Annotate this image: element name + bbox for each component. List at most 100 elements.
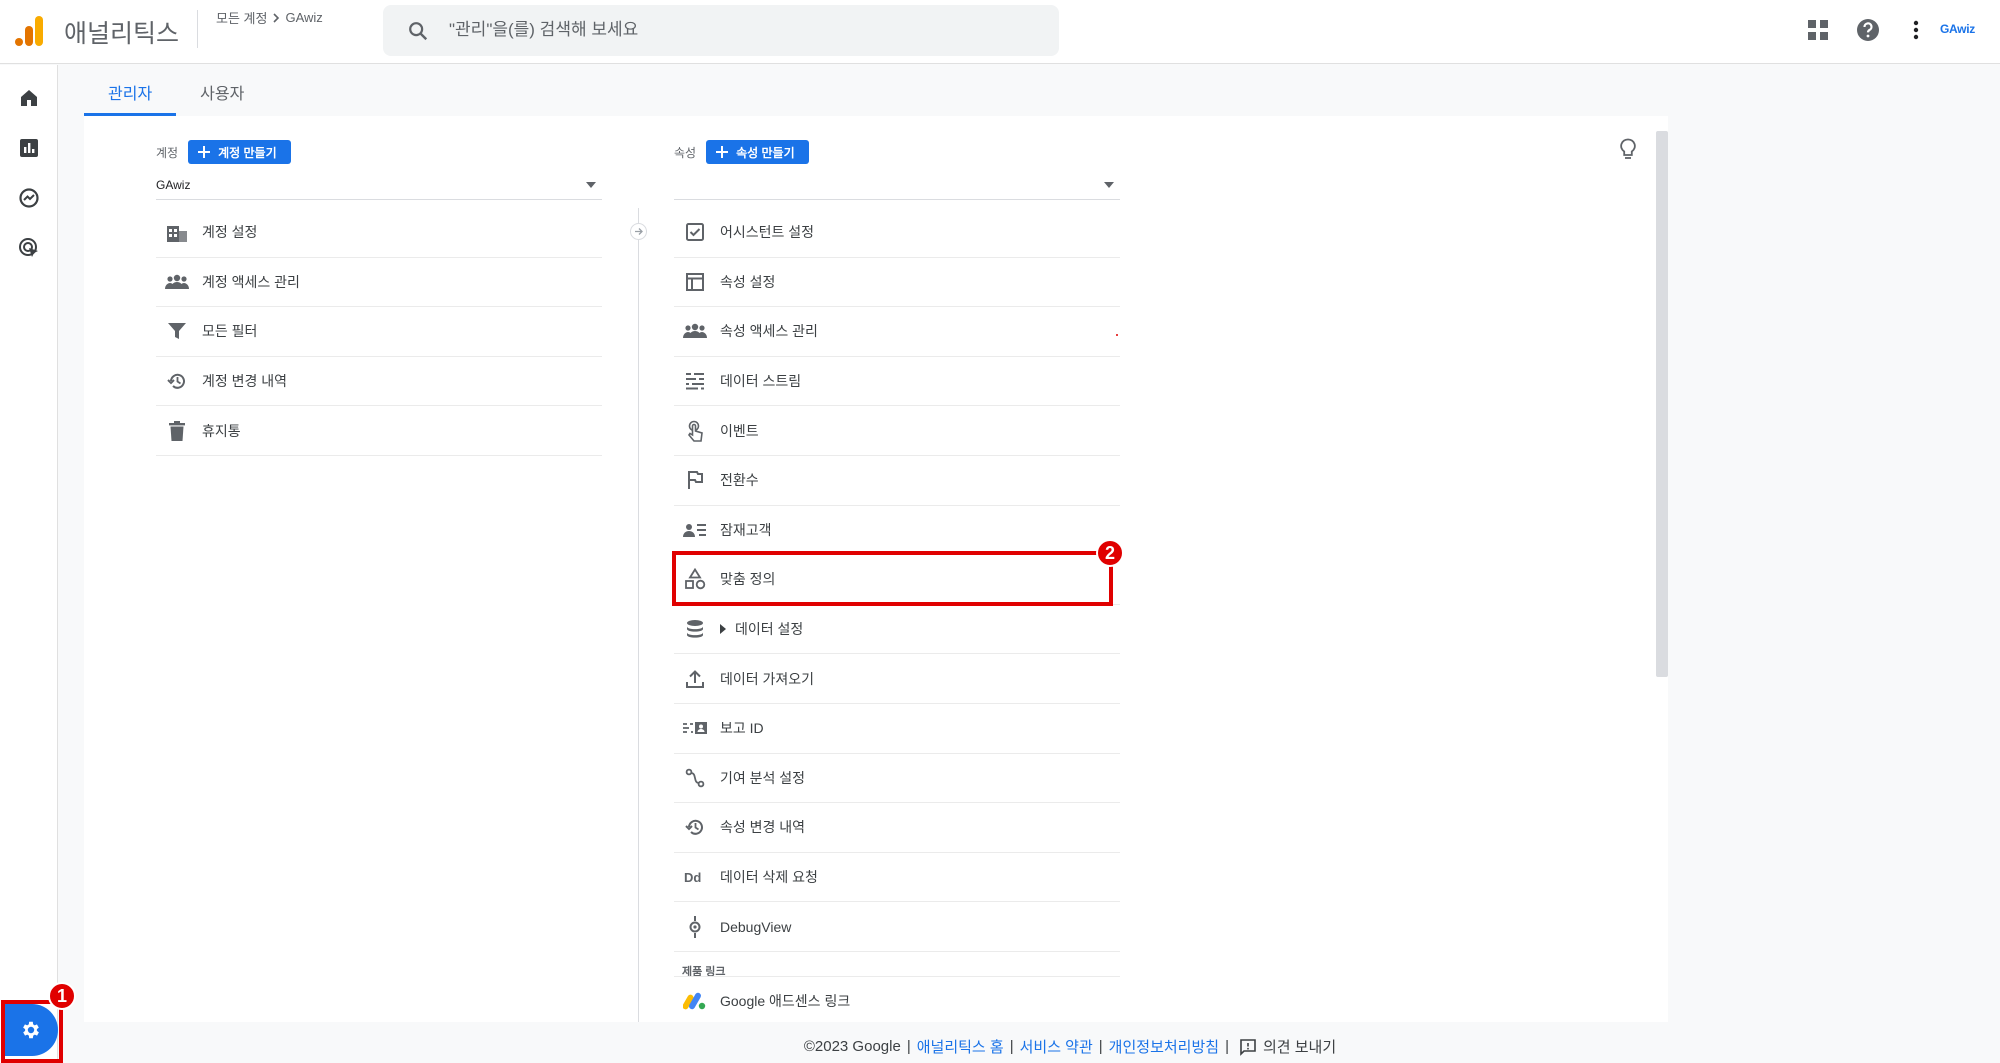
app-name[interactable]: 애널리틱스 (64, 14, 179, 50)
reporting-id-icon (682, 715, 708, 741)
chevron-right-icon (273, 12, 280, 23)
menu-item-property-change-history[interactable]: 속성 변경 내역 (674, 803, 1120, 853)
footer-separator: | (1009, 1038, 1014, 1055)
search-input[interactable] (449, 14, 1029, 46)
audience-icon (682, 517, 708, 543)
menu-item-account-access[interactable]: 계정 액세스 관리 (156, 258, 602, 308)
menu-item-label: 계정 설정 (202, 224, 258, 241)
property-label: 속성 (674, 145, 697, 160)
menu-item-label: 데이터 삭제 요청 (720, 869, 818, 886)
footer-link-privacy[interactable]: 개인정보처리방침 (1109, 1036, 1219, 1057)
menu-item-label: 데이터 설정 (735, 621, 804, 638)
adsense-logo-icon (682, 988, 708, 1014)
nav-home[interactable] (15, 84, 43, 112)
footer-link-terms[interactable]: 서비스 약관 (1020, 1036, 1093, 1057)
menu-item-label: 속성 설정 (720, 273, 776, 290)
menu-item-property-settings[interactable]: 속성 설정 (674, 258, 1120, 308)
target-cursor-icon (19, 238, 38, 257)
apps-grid-icon (1808, 20, 1828, 40)
tab-admin[interactable]: 관리자 (84, 68, 177, 116)
create-account-label: 계정 만들기 (218, 145, 277, 160)
tips-button[interactable] (1620, 138, 1636, 167)
home-icon (21, 90, 37, 106)
menu-item-data-streams[interactable]: 데이터 스트림 (674, 357, 1120, 407)
filter-icon (164, 318, 190, 344)
footer: ©2023 Google | 애널리틱스 홈 | 서비스 약관 | 개인정보처리… (0, 1036, 2000, 1057)
nav-explore[interactable] (15, 184, 43, 212)
admin-tabs: 관리자 사용자 (84, 68, 268, 116)
create-account-button[interactable]: 계정 만들기 (188, 140, 291, 164)
property-selector[interactable] (674, 170, 1120, 200)
people-icon (682, 318, 708, 344)
feedback-button[interactable]: 의견 보내기 (1239, 1036, 1336, 1057)
upload-icon (682, 666, 708, 692)
account-selector[interactable]: GAwiz (156, 170, 602, 200)
more-menu-button[interactable] (1902, 16, 1930, 44)
breadcrumb[interactable]: 모든 계정 GAwiz (216, 8, 323, 27)
dropdown-arrow-icon (586, 182, 596, 188)
menu-item-conversions[interactable]: 전환수 (674, 456, 1120, 506)
menu-item-property-access[interactable]: 속성 액세스 관리 (674, 307, 1120, 357)
menu-item-account-settings[interactable]: 계정 설정 (156, 208, 602, 258)
tab-user[interactable]: 사용자 (176, 68, 268, 116)
annotation-badge-2: 2 (1096, 539, 1124, 567)
database-icon (682, 616, 708, 642)
apps-button[interactable] (1804, 16, 1832, 44)
menu-item-debugview[interactable]: DebugView (674, 902, 1120, 952)
explore-icon (19, 188, 39, 208)
menu-item-label: 속성 변경 내역 (720, 819, 806, 836)
account-label: 계정 (156, 145, 179, 160)
menu-item-assistant-settings[interactable]: 어시스턴트 설정 (674, 208, 1120, 258)
menu-item-reporting-identity[interactable]: 보고 ID (674, 704, 1120, 754)
menu-item-label: DebugView (720, 918, 792, 935)
account-avatar[interactable]: GAwiz (1940, 22, 1975, 36)
more-vertical-icon (1913, 20, 1919, 40)
menu-item-all-filters[interactable]: 모든 필터 (156, 307, 602, 357)
account-selected-value: GAwiz (156, 178, 191, 192)
touch-icon (682, 418, 708, 444)
menu-item-label: 휴지통 (202, 422, 241, 439)
feedback-label: 의견 보내기 (1262, 1039, 1337, 1056)
menu-item-audiences[interactable]: 잠재고객 (674, 506, 1120, 556)
analytics-logo-icon[interactable] (14, 14, 44, 48)
menu-item-attribution-settings[interactable]: 기여 분석 설정 (674, 754, 1120, 804)
help-button[interactable] (1854, 16, 1882, 44)
menu-item-label: 계정 변경 내역 (202, 373, 288, 390)
footer-link-analytics-home[interactable]: 애널리틱스 홈 (917, 1036, 1004, 1057)
account-column-header: 계정 계정 만들기 (156, 140, 291, 164)
menu-item-label: 어시스턴트 설정 (720, 224, 815, 241)
dropdown-arrow-icon (1104, 182, 1114, 188)
menu-item-label: Google 애드센스 링크 (720, 993, 851, 1010)
history-icon (682, 814, 708, 840)
breadcrumb-current[interactable]: GAwiz (285, 10, 322, 25)
people-icon (164, 269, 190, 295)
breadcrumb-parent[interactable]: 모든 계정 (216, 8, 267, 27)
create-property-button[interactable]: 속성 만들기 (706, 140, 809, 164)
menu-item-data-settings[interactable]: 데이터 설정 (674, 605, 1120, 655)
building-icon (164, 219, 190, 245)
menu-item-data-import[interactable]: 데이터 가져오기 (674, 654, 1120, 704)
menu-item-label: 이벤트 (720, 422, 759, 439)
menu-item-data-deletion-requests[interactable]: Dd 데이터 삭제 요청 (674, 853, 1120, 903)
debug-icon (682, 914, 708, 940)
expand-arrow-icon[interactable] (720, 624, 726, 635)
menu-item-trash[interactable]: 휴지통 (156, 406, 602, 456)
menu-item-label: 잠재고객 (720, 521, 772, 538)
lightbulb-icon (1620, 138, 1636, 159)
menu-item-events[interactable]: 이벤트 (674, 406, 1120, 456)
footer-separator: | (1098, 1038, 1103, 1055)
streams-icon (682, 368, 708, 394)
menu-item-label: 데이터 가져오기 (720, 670, 815, 687)
search-bar[interactable] (383, 5, 1059, 56)
menu-item-label: 전환수 (720, 472, 759, 489)
menu-item-account-change-history[interactable]: 계정 변경 내역 (156, 357, 602, 407)
nav-advertising[interactable] (15, 234, 43, 262)
header-divider (197, 10, 198, 48)
nav-reports[interactable] (15, 134, 43, 162)
scrollbar-thumb[interactable] (1656, 131, 1668, 677)
footer-separator: | (906, 1038, 911, 1055)
menu-item-adsense-links[interactable]: Google 애드센스 링크 (674, 976, 1120, 1022)
footer-copyright: ©2023 Google (803, 1038, 901, 1055)
checkbox-icon (682, 219, 708, 245)
menu-item-label: 속성 액세스 관리 (720, 323, 818, 340)
